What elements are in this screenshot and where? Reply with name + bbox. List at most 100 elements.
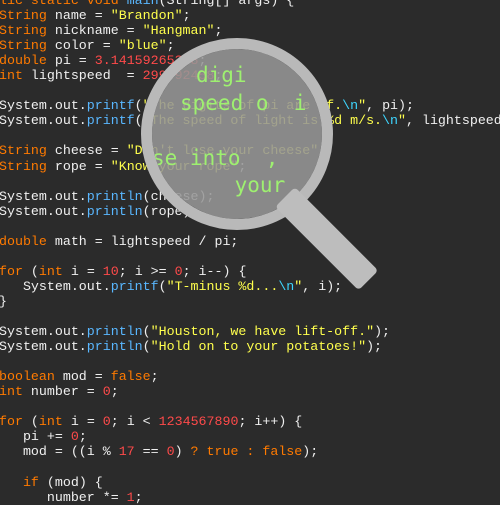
code-line: System.out.println("Houston, we have lif… — [0, 324, 500, 339]
code-token: ( — [134, 98, 143, 114]
code-token: nickname = — [46, 23, 143, 39]
code-token: i = — [62, 414, 103, 430]
code-token: printf — [110, 278, 159, 294]
code-token: printf — [86, 113, 135, 129]
code-token: "T-minus %d... — [166, 278, 279, 294]
code-token: "Don't lose your cheese" — [126, 143, 319, 159]
code-token: System.out. — [0, 324, 87, 340]
code-token: cheese = — [46, 143, 127, 159]
code-line: String cheese = "Don't lose your cheese"… — [0, 143, 500, 158]
code-token: mod = — [54, 369, 111, 385]
code-token: 17 — [118, 444, 135, 460]
code-token: ; — [182, 8, 191, 24]
code-token: number *= — [0, 489, 127, 505]
code-token: 0 — [174, 263, 183, 279]
code-token: System.out. — [0, 278, 111, 294]
code-token: ( — [134, 113, 143, 129]
code-token: ; i--) { — [182, 263, 247, 279]
code-token: 0 — [166, 444, 175, 460]
code-token: if — [22, 474, 39, 490]
code-token: (cheese); — [142, 188, 215, 204]
code-token: for — [0, 263, 23, 279]
code-token: println — [86, 339, 143, 355]
code-line: String name = "Brandon"; — [0, 8, 500, 23]
code-line: double math = lightspeed / pi; — [0, 234, 500, 249]
code-token: int — [0, 68, 23, 84]
code-token: "Hold on to your potatoes!" — [150, 339, 367, 355]
code-line: System.out.printf("The digits of pi are … — [0, 98, 500, 113]
code-line: System.out.println("Hold on to your pota… — [0, 339, 500, 354]
code-token: "Hangman" — [142, 23, 215, 39]
code-token: ( — [142, 324, 151, 340]
code-token: lightspeed = — [22, 68, 143, 84]
code-token: System.out. — [0, 188, 87, 204]
code-token: " — [358, 98, 367, 114]
code-token: , i); — [302, 278, 343, 294]
code-token: \n — [382, 113, 399, 129]
code-token: ; i >= — [118, 263, 175, 279]
code-token: ); — [302, 444, 319, 460]
code-token: ; — [150, 369, 159, 385]
code-token: 0 — [70, 429, 79, 445]
code-token: boolean — [0, 369, 55, 385]
code-token: int — [38, 263, 63, 279]
code-token: double — [0, 53, 47, 69]
code-token: ; — [214, 23, 223, 39]
code-token: ; — [78, 429, 87, 445]
code-token: ) — [174, 444, 191, 460]
code-line: for (int i = 0; i < 1234567890; i++) { — [0, 414, 500, 429]
code-token: main — [126, 0, 159, 8]
code-token: mod = ((i % — [0, 444, 119, 460]
code-token: (mod) { — [38, 474, 103, 490]
code-token: rope = — [46, 158, 111, 174]
code-token: ? true : false — [190, 444, 303, 460]
code-token: println — [86, 203, 143, 219]
code-token: math = lightspeed / pi; — [46, 233, 239, 249]
code-token: ; i < — [110, 414, 159, 430]
code-token: printf — [86, 98, 135, 114]
code-token: int — [38, 414, 63, 430]
code-token: String — [0, 158, 47, 174]
code-token: lic static void — [0, 0, 119, 8]
code-token: pi = — [46, 53, 95, 69]
code-line: for (int i = 10; i >= 0; i--) { — [0, 264, 500, 279]
code-token: ; — [198, 53, 207, 69]
code-line: System.out.println(rope); — [0, 204, 500, 219]
code-token: i = — [62, 263, 103, 279]
code-token: ; i++) { — [238, 414, 303, 430]
code-line: } — [0, 294, 500, 309]
code-line: number *= 1; — [0, 490, 500, 505]
code-line: pi += 0; — [0, 429, 500, 444]
code-token: ; — [318, 143, 327, 159]
code-token: 10 — [102, 263, 119, 279]
code-token: "The speed of light is %d m/s. — [142, 113, 383, 129]
code-token: false — [110, 369, 151, 385]
code-token: ; — [238, 158, 247, 174]
code-token: number = — [22, 384, 103, 400]
code-token: "Know your rope" — [110, 158, 239, 174]
code-token: ); — [366, 339, 383, 355]
code-token: ; — [110, 384, 119, 400]
code-token: 3.14159265358 — [94, 53, 199, 69]
code-token: println — [86, 324, 143, 340]
code-token: color = — [46, 38, 119, 54]
code-token: (String[] args) { — [158, 0, 295, 8]
code-token: } — [0, 294, 7, 309]
code-token: \n — [342, 98, 359, 114]
code-token: ; — [134, 489, 143, 505]
code-token: 0 — [102, 414, 111, 430]
code-token: String — [0, 8, 47, 24]
code-token: ( — [142, 339, 151, 355]
code-token: println — [86, 188, 143, 204]
code-line: String nickname = "Hangman"; — [0, 23, 500, 38]
code-line: int lightspeed = 299792458; — [0, 68, 500, 83]
code-line: System.out.println(cheese); — [0, 189, 500, 204]
code-token: ; — [166, 38, 175, 54]
code-token: " — [398, 113, 406, 129]
